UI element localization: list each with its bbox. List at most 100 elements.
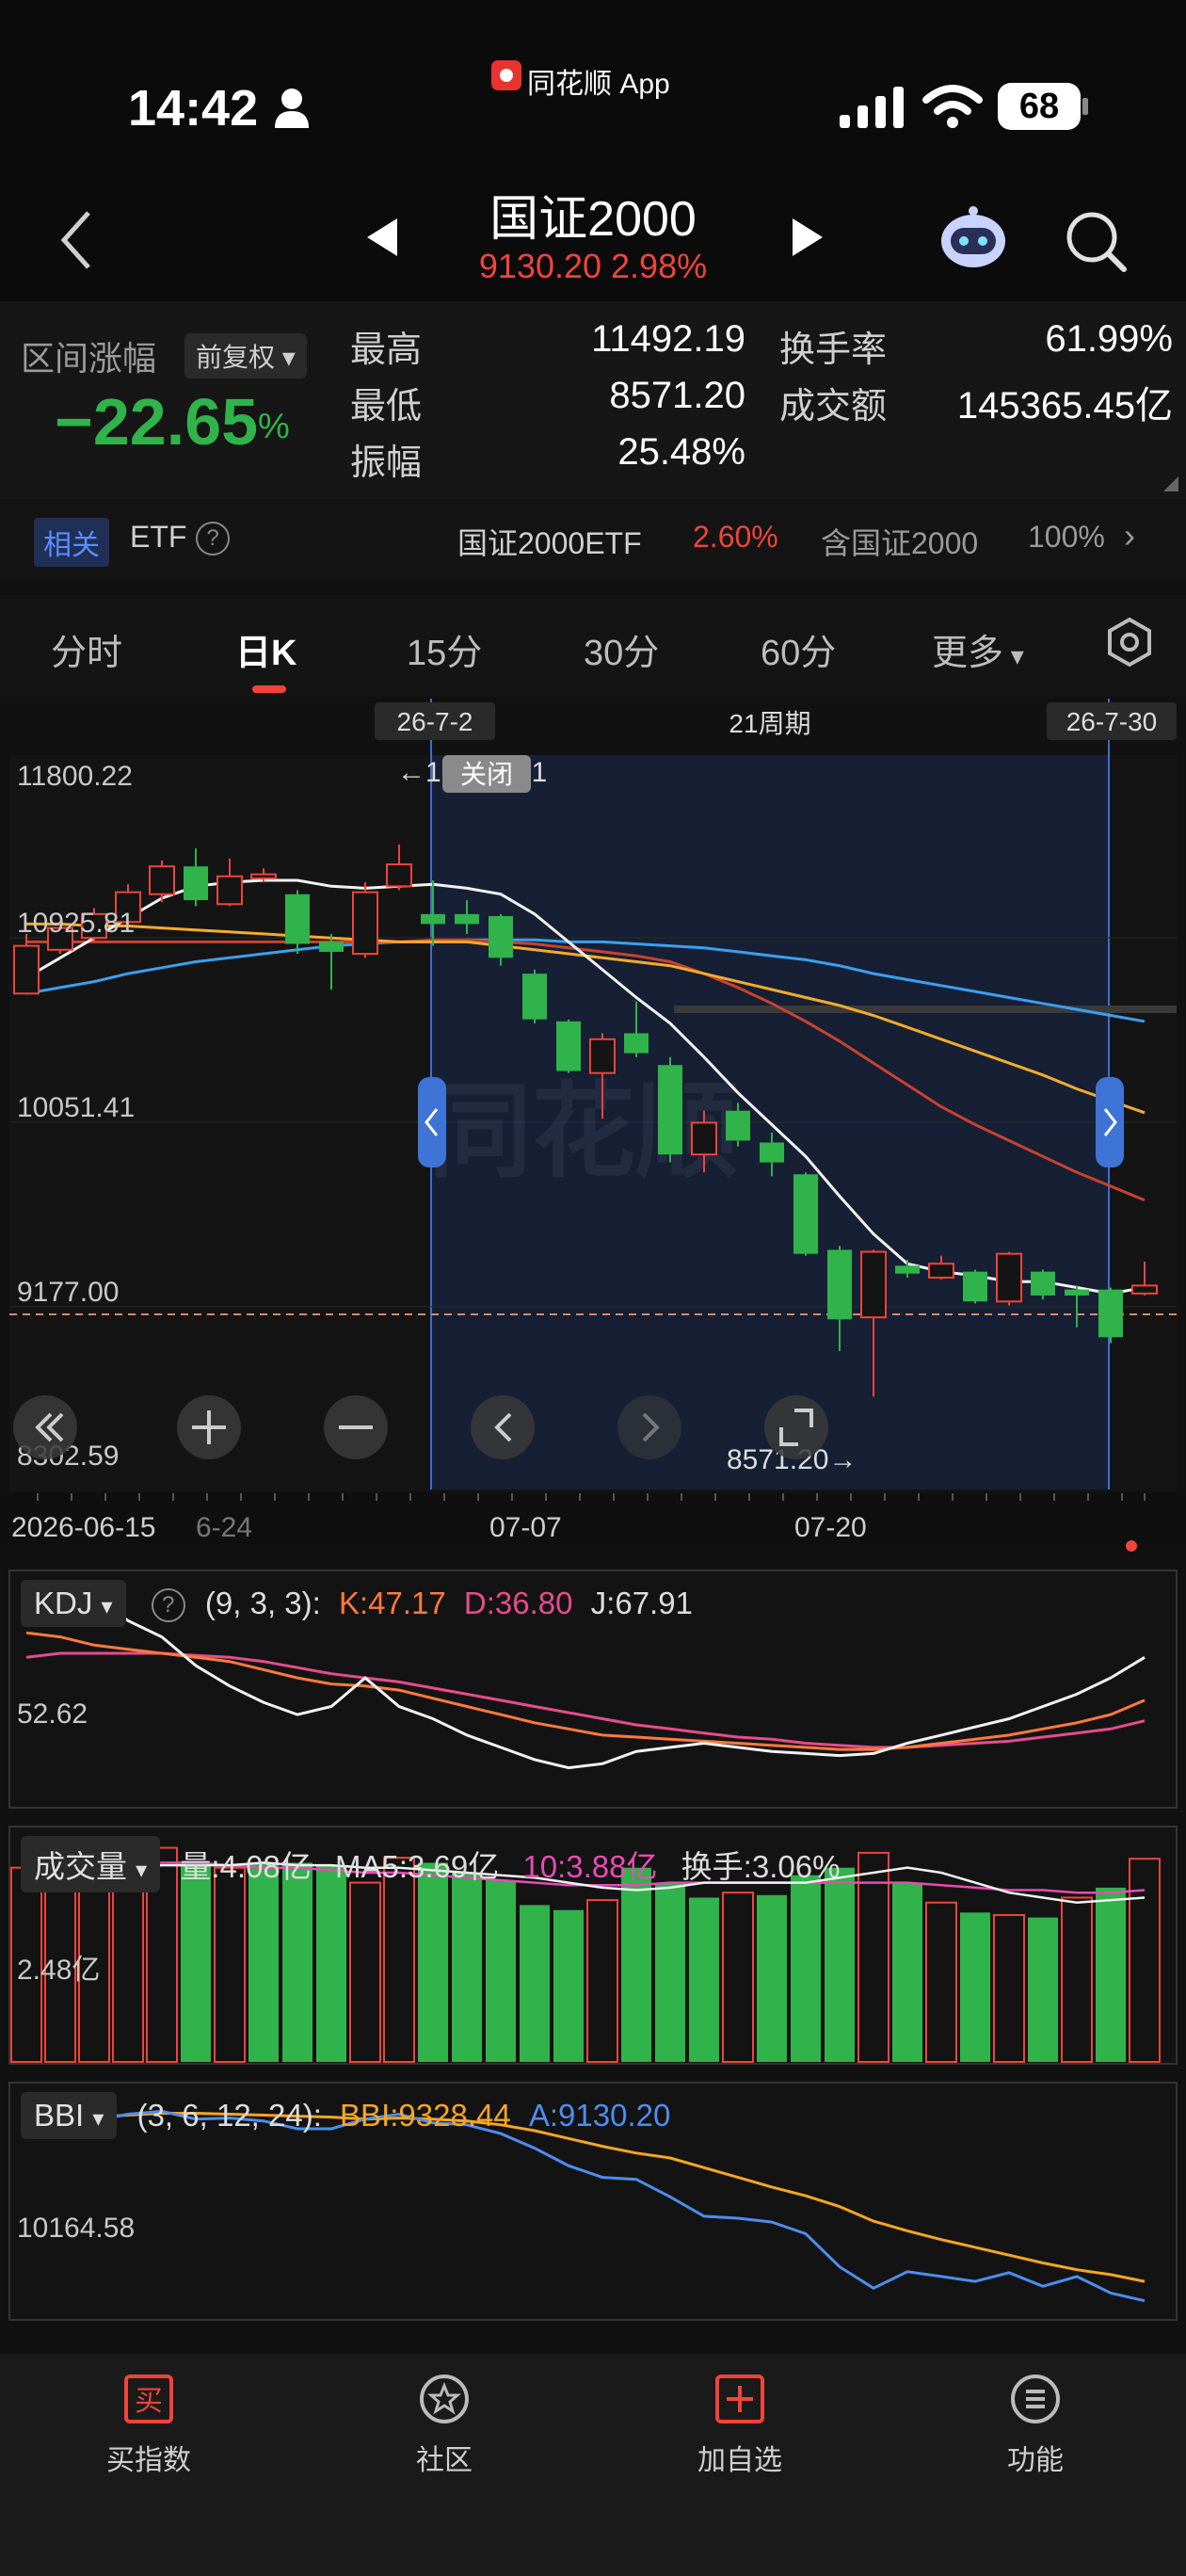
volume-bar	[960, 1912, 990, 2062]
volume-name: 成交量	[34, 1849, 127, 1884]
app-label: 同花顺 App	[527, 69, 670, 100]
candle-body	[589, 1038, 616, 1074]
user-icon	[273, 87, 311, 133]
volume-bar	[316, 1865, 346, 2062]
volume-value: 145365.45亿	[956, 385, 1173, 427]
volume-bar	[1129, 1858, 1161, 2064]
bbi-value: BBI:9328.44	[340, 2098, 511, 2133]
candle-body	[319, 942, 344, 952]
bottom-nav: 买 买指数 社区 加自选 功能	[0, 2354, 1186, 2576]
adjust-dropdown[interactable]: 前复权 ▾	[184, 333, 307, 378]
range-handle-left[interactable]	[418, 1077, 446, 1167]
caret-down-icon: ▾	[101, 1594, 113, 1619]
volume-bar	[1096, 1887, 1126, 2062]
volume-axis-label: 2.48亿	[17, 1955, 100, 1986]
prev-index-icon[interactable]	[363, 217, 401, 263]
candle-body	[1131, 1284, 1158, 1295]
y-label-2: 10925.81	[17, 908, 135, 939]
x-label-2: 6-24	[196, 1512, 252, 1543]
top-nav: 国证2000 9130.20 2.98%	[0, 179, 1186, 301]
candle-body	[522, 974, 547, 1020]
etf-help-icon[interactable]: ?	[196, 522, 230, 555]
y-label-4: 9177.00	[17, 1277, 119, 1308]
volume-bar	[418, 1862, 448, 2062]
etf-contains: 含国证2000	[821, 526, 979, 560]
caret-down-icon: ▾	[92, 2106, 104, 2132]
bbi-a-value: A:9130.20	[528, 2098, 671, 2133]
volume-bar	[689, 1897, 719, 2062]
volume-bar	[112, 1866, 144, 2063]
tab-intraday[interactable]: 分时	[51, 623, 122, 675]
rewind-button[interactable]	[13, 1395, 77, 1459]
volume-bar	[857, 1851, 890, 2064]
bbi-selector[interactable]: BBI ▾	[21, 2092, 118, 2139]
search-icon[interactable]	[1064, 209, 1130, 280]
kdj-header: KDJ ▾ ? (9, 3, 3): K:47.17 D:36.80 J:67.…	[21, 1580, 693, 1627]
scroll-left-button[interactable]	[471, 1395, 535, 1459]
volume-value: 量:4.08亿	[180, 1849, 312, 1884]
candle-body	[556, 1021, 581, 1071]
back-icon[interactable]	[56, 207, 94, 278]
robot-assistant-icon[interactable]	[938, 205, 1009, 276]
y-label-3: 10051.41	[17, 1092, 135, 1123]
range-handle-right[interactable]	[1096, 1077, 1124, 1167]
add-favorite-icon	[715, 2375, 764, 2423]
next-index-icon[interactable]	[789, 217, 826, 263]
y-label-1: 11800.22	[17, 761, 133, 792]
nav-community[interactable]: 社区	[350, 2373, 538, 2478]
battery-level: 68	[1018, 87, 1060, 126]
candle-body	[352, 891, 378, 956]
expand-corner-icon[interactable]	[1163, 476, 1178, 496]
volume-bar	[655, 1882, 685, 2062]
scroll-right-button[interactable]	[617, 1395, 681, 1459]
tab-active-indicator	[252, 685, 286, 693]
nav-add-favorite[interactable]: 加自选	[646, 2373, 834, 2478]
status-time: 14:42	[128, 80, 259, 137]
bbi-name: BBI	[34, 2098, 85, 2133]
range-start-label: 26-7-2	[397, 707, 473, 736]
volume-bar	[486, 1879, 516, 2062]
kdj-d: D:36.80	[463, 1586, 573, 1620]
volume-bar	[520, 1905, 550, 2062]
kdj-help-icon[interactable]: ?	[151, 1588, 185, 1623]
battery-icon: 68	[998, 83, 1081, 130]
volume-bar	[892, 1882, 922, 2062]
candle-body	[760, 1142, 784, 1163]
app-logo-icon	[491, 60, 521, 95]
candle-body	[421, 913, 445, 925]
tab-more-label: 更多	[932, 634, 1004, 673]
etf-row[interactable]: 相关 ETF ? 国证2000ETF 2.60% 含国证2000 100% ›	[0, 501, 1186, 580]
status-bar: 14:42 同花顺 App 68	[0, 0, 1186, 179]
page-title: 国证2000	[489, 192, 697, 247]
tab-30min[interactable]: 30分	[584, 623, 659, 675]
fullscreen-button[interactable]	[764, 1395, 828, 1459]
adjust-label: 前复权	[196, 343, 276, 372]
etf-contains-pct: 100%	[1028, 520, 1105, 554]
volume-bar	[248, 1862, 279, 2062]
tab-daily-k[interactable]: 日K	[235, 623, 296, 675]
nav-buy-index[interactable]: 买 买指数	[55, 2373, 243, 2478]
live-dot	[1126, 1540, 1137, 1552]
volume-bar	[621, 1867, 651, 2062]
volume-selector[interactable]: 成交量 ▾	[21, 1836, 161, 1892]
kdj-j: J:67.91	[590, 1586, 693, 1620]
candle-body	[658, 1065, 682, 1155]
amp-label: 振幅	[350, 443, 423, 483]
tab-more[interactable]: 更多 ▾	[932, 623, 1024, 675]
tab-60min[interactable]: 60分	[761, 623, 836, 675]
kdj-selector[interactable]: KDJ ▾	[21, 1580, 126, 1627]
caret-down-icon: ▾	[136, 1858, 148, 1883]
candle-body	[624, 1033, 649, 1054]
etf-fund-name[interactable]: 国证2000ETF	[457, 520, 642, 563]
header-quote: 9130.20 2.98%	[433, 247, 753, 286]
volume-bar	[553, 1909, 584, 2062]
nav-functions[interactable]: 功能	[941, 2373, 1130, 2478]
volume-bar	[349, 1881, 381, 2063]
close-tag[interactable]: 关闭	[460, 760, 513, 789]
tab-15min[interactable]: 15分	[407, 623, 482, 675]
settings-icon[interactable]	[1103, 616, 1156, 673]
buy-icon: 买	[124, 2375, 173, 2423]
x-axis-strip	[0, 1493, 1186, 1550]
candle-body	[793, 1174, 818, 1254]
candle-body	[1065, 1289, 1089, 1296]
